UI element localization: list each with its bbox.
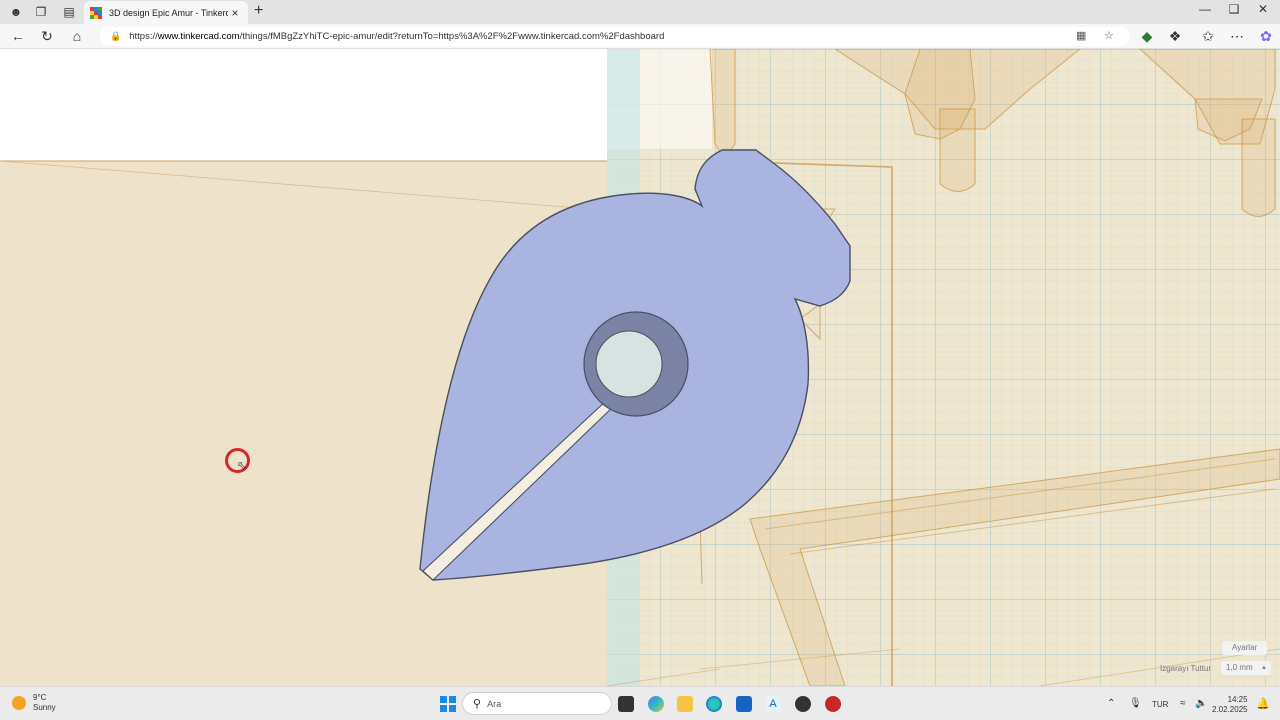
favorites-icon[interactable]: ✩ [1198, 27, 1218, 45]
caret-icon: ▲ [1261, 661, 1267, 675]
volume-icon[interactable]: 🔈 [1195, 698, 1207, 709]
new-tab-icon[interactable]: + [254, 2, 263, 20]
screen: ☻ ❐ ▤ 3D design Epic Amur - Tinkercad × … [0, 0, 1280, 720]
favorite-star-icon[interactable]: ☆ [1104, 29, 1114, 42]
edge-browser-icon[interactable] [706, 696, 722, 712]
clock-date: 2.02.2025 [1212, 705, 1248, 715]
copilot-app-icon[interactable] [648, 696, 664, 712]
maximize-icon[interactable]: ❑ [1219, 2, 1249, 16]
taskbar-search[interactable]: ⚲ Ara [462, 692, 612, 715]
weather-condition: Sunny [33, 703, 56, 713]
settings-button[interactable]: Ayarlar [1222, 641, 1267, 655]
wifi-icon[interactable]: ≈ [1180, 698, 1186, 709]
weather-temp: 9°C [33, 693, 56, 703]
language-indicator[interactable]: TUR [1152, 700, 1168, 709]
extension-icon[interactable]: ◆ [1137, 27, 1157, 45]
clock[interactable]: 14:25 2.02.2025 [1212, 695, 1248, 715]
menu-more-icon[interactable]: ⋯ [1227, 27, 1247, 45]
app-dark-icon[interactable] [795, 696, 811, 712]
close-window-icon[interactable]: ✕ [1248, 2, 1278, 16]
mouse-cursor-icon: ⬁ [237, 459, 246, 472]
workspaces-icon[interactable]: ❐ [32, 3, 50, 21]
shape-hole [596, 331, 662, 397]
app-a-icon[interactable]: A [765, 696, 781, 712]
3d-workplane[interactable]: Ayarlar Izgarayı Tuttur 1,0 mm▲ [0, 49, 1280, 686]
app-red-icon[interactable] [825, 696, 841, 712]
reader-view-icon[interactable]: ▦ [1076, 29, 1086, 42]
refresh-icon[interactable]: ↻ [37, 27, 57, 45]
lock-icon[interactable]: 🔒 [110, 31, 121, 42]
search-placeholder: Ara [487, 699, 501, 709]
close-tab-icon[interactable]: × [228, 6, 242, 20]
minimize-icon[interactable]: — [1190, 2, 1220, 16]
file-explorer-icon[interactable] [677, 696, 693, 712]
clock-time: 14:25 [1212, 695, 1248, 705]
extensions-puzzle-icon[interactable]: ❖ [1165, 27, 1185, 45]
chevron-up-icon[interactable]: ⌃ [1107, 698, 1115, 709]
store-icon[interactable] [736, 696, 752, 712]
copilot-icon[interactable]: ✿ [1256, 27, 1276, 45]
search-icon: ⚲ [473, 697, 481, 710]
notification-bell-icon[interactable]: 🔔 [1256, 697, 1270, 710]
tinkercad-logo-icon [90, 7, 102, 19]
workplane-canvas[interactable] [0, 49, 1280, 686]
windows-start-icon[interactable] [440, 696, 456, 712]
profile-icon[interactable]: ☻ [7, 3, 25, 21]
taskbar: 9°C Sunny ⚲ Ara A ⌃ 🎙 TUR ≈ 🔈 14:25 2.02… [0, 686, 1280, 720]
browser-toolbar: ← ↻ ⌂ 🔒 https://www.tinkercad.com/things… [0, 24, 1280, 49]
snap-grid-label: Izgarayı Tuttur [1160, 664, 1211, 673]
tab-actions-icon[interactable]: ▤ [60, 3, 78, 21]
home-icon[interactable]: ⌂ [67, 27, 87, 45]
url-text: https://www.tinkercad.com/things/fMBgZzY… [129, 31, 664, 42]
weather-widget[interactable]: 9°C Sunny [12, 693, 56, 713]
tab-active[interactable]: 3D design Epic Amur - Tinkercad × [84, 1, 248, 24]
sun-icon [12, 696, 26, 710]
tab-title: 3D design Epic Amur - Tinkercad [109, 8, 228, 18]
back-icon[interactable]: ← [8, 27, 28, 45]
tab-strip: ☻ ❐ ▤ 3D design Epic Amur - Tinkercad × … [0, 0, 1280, 24]
snap-grid-dropdown[interactable]: 1,0 mm▲ [1221, 661, 1271, 675]
task-view-icon[interactable] [618, 696, 634, 712]
address-bar[interactable]: 🔒 https://www.tinkercad.com/things/fMBgZ… [100, 27, 1130, 46]
microphone-icon[interactable]: 🎙 [1129, 698, 1142, 709]
